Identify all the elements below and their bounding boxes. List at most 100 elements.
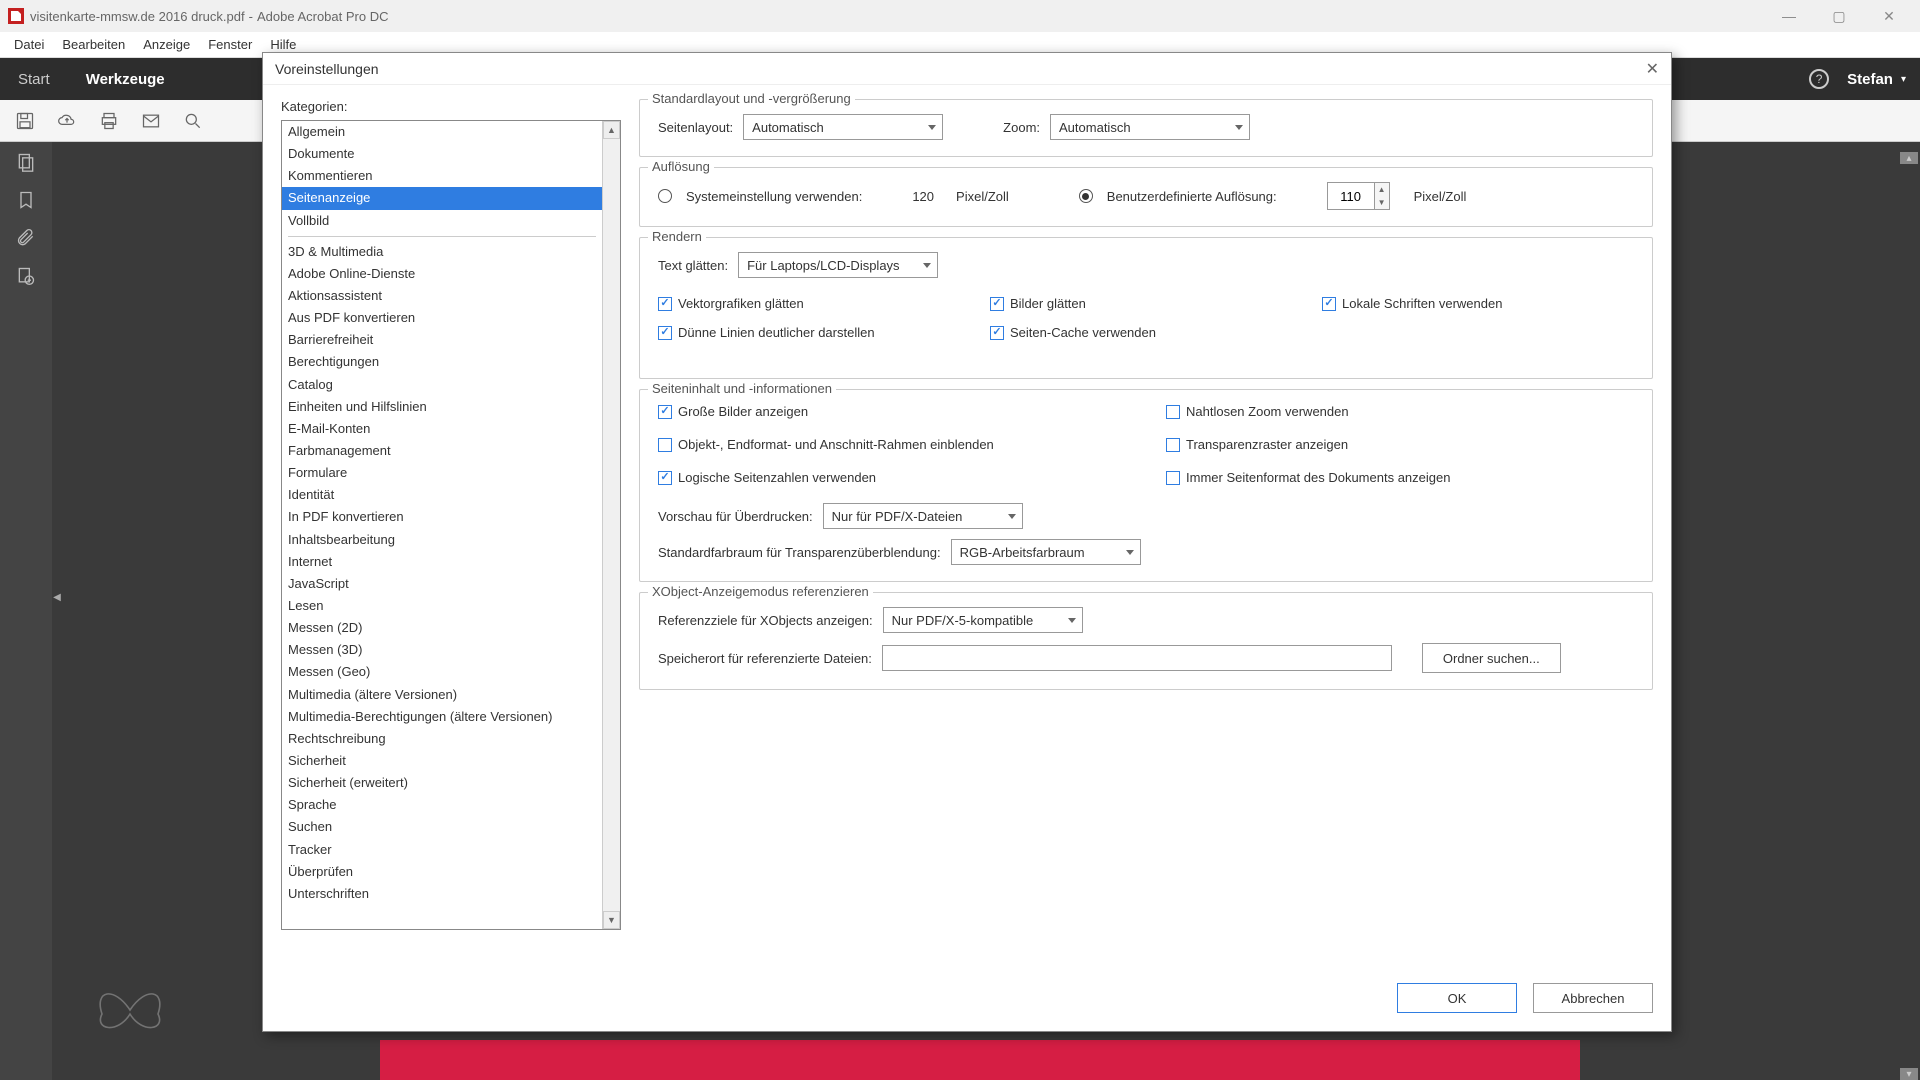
category-item[interactable]: Vollbild: [282, 210, 602, 232]
category-item[interactable]: Inhaltsbearbeitung: [282, 529, 602, 551]
spin-up-icon[interactable]: ▲: [1375, 183, 1389, 196]
category-item[interactable]: Farbmanagement: [282, 440, 602, 462]
search-icon[interactable]: [182, 110, 204, 132]
category-item[interactable]: Aus PDF konvertieren: [282, 307, 602, 329]
cb-largeimg[interactable]: [658, 405, 672, 419]
tab-start[interactable]: Start: [0, 58, 68, 100]
resolution-custom-input[interactable]: [1328, 183, 1374, 209]
resolution-custom-spinner[interactable]: ▲▼: [1327, 182, 1390, 210]
category-item[interactable]: Suchen: [282, 816, 602, 838]
cb-thinlines[interactable]: [658, 326, 672, 340]
mail-icon[interactable]: [140, 110, 162, 132]
category-item[interactable]: Formulare: [282, 462, 602, 484]
pagelayout-select[interactable]: Automatisch: [743, 114, 943, 140]
scroll-up-icon[interactable]: ▴: [1900, 152, 1918, 164]
category-item[interactable]: Multimedia-Berechtigungen (ältere Versio…: [282, 706, 602, 728]
titlebar: visitenkarte-mmsw.de 2016 druck.pdf - Ad…: [0, 0, 1920, 32]
dialog-close-icon[interactable]: ✕: [1646, 59, 1659, 79]
category-item[interactable]: Multimedia (ältere Versionen): [282, 684, 602, 706]
scroll-up-arrow-icon[interactable]: ▲: [603, 121, 620, 139]
menu-anzeige[interactable]: Anzeige: [135, 34, 198, 55]
menu-bearbeiten[interactable]: Bearbeiten: [54, 34, 133, 55]
category-item[interactable]: Catalog: [282, 374, 602, 396]
separator: -: [249, 9, 253, 24]
signatures-icon[interactable]: [14, 264, 38, 288]
category-item[interactable]: Identität: [282, 484, 602, 506]
collapse-arrow-icon[interactable]: ◀: [52, 582, 62, 612]
zoom-label: Zoom:: [1003, 120, 1040, 135]
category-item[interactable]: JavaScript: [282, 573, 602, 595]
category-item[interactable]: Seitenanzeige: [282, 187, 602, 209]
cb-logical[interactable]: [658, 471, 672, 485]
category-item[interactable]: Unterschriften: [282, 883, 602, 905]
window-close[interactable]: ✕: [1866, 2, 1912, 30]
xobj-location-input[interactable]: [882, 645, 1392, 671]
category-item[interactable]: Allgemein: [282, 121, 602, 143]
category-item[interactable]: Tracker: [282, 839, 602, 861]
category-item[interactable]: Messen (2D): [282, 617, 602, 639]
category-item[interactable]: In PDF konvertieren: [282, 506, 602, 528]
category-item[interactable]: Dokumente: [282, 143, 602, 165]
bookmark-icon[interactable]: [14, 188, 38, 212]
category-item[interactable]: Aktionsassistent: [282, 285, 602, 307]
menu-datei[interactable]: Datei: [6, 34, 52, 55]
section-render: Rendern Text glätten: Für Laptops/LCD-Di…: [639, 237, 1653, 379]
help-icon[interactable]: ?: [1809, 69, 1829, 89]
category-item[interactable]: Sprache: [282, 794, 602, 816]
category-item[interactable]: Sicherheit (erweitert): [282, 772, 602, 794]
ok-button[interactable]: OK: [1397, 983, 1517, 1013]
cloud-icon[interactable]: [56, 110, 78, 132]
xobj-targets-select[interactable]: Nur PDF/X-5-kompatible: [883, 607, 1083, 633]
zoom-select[interactable]: Automatisch: [1050, 114, 1250, 140]
categories-label: Kategorien:: [281, 99, 621, 114]
window-minimize[interactable]: —: [1766, 2, 1812, 30]
resolution-custom-radio[interactable]: [1079, 189, 1093, 203]
pages-icon[interactable]: [14, 150, 38, 174]
category-item[interactable]: Messen (3D): [282, 639, 602, 661]
browse-folder-button[interactable]: Ordner suchen...: [1422, 643, 1561, 673]
overprint-label: Vorschau für Überdrucken:: [658, 509, 813, 524]
category-divider: [288, 236, 596, 237]
cb-pagesize[interactable]: [1166, 471, 1180, 485]
cb-fonts[interactable]: [1322, 297, 1336, 311]
category-item[interactable]: Einheiten und Hilfslinien: [282, 396, 602, 418]
section-content-legend: Seiteninhalt und -informationen: [648, 381, 836, 396]
resolution-system-radio[interactable]: [658, 189, 672, 203]
category-item[interactable]: Barrierefreiheit: [282, 329, 602, 351]
cb-vector[interactable]: [658, 297, 672, 311]
scroll-down-arrow-icon[interactable]: ▼: [603, 911, 620, 929]
tab-werkzeuge[interactable]: Werkzeuge: [68, 58, 183, 100]
category-item[interactable]: Rechtschreibung: [282, 728, 602, 750]
overprint-select[interactable]: Nur für PDF/X-Dateien: [823, 503, 1023, 529]
cb-cache[interactable]: [990, 326, 1004, 340]
category-item[interactable]: Internet: [282, 551, 602, 573]
attachment-icon[interactable]: [14, 226, 38, 250]
cb-boxes[interactable]: [658, 438, 672, 452]
user-name[interactable]: Stefan: [1847, 71, 1893, 88]
blend-select[interactable]: RGB-Arbeitsfarbraum: [951, 539, 1141, 565]
category-item[interactable]: E-Mail-Konten: [282, 418, 602, 440]
cb-transparency[interactable]: [1166, 438, 1180, 452]
print-icon[interactable]: [98, 110, 120, 132]
category-item[interactable]: Kommentieren: [282, 165, 602, 187]
menu-fenster[interactable]: Fenster: [200, 34, 260, 55]
window-maximize[interactable]: ▢: [1816, 2, 1862, 30]
categories-scrollbar[interactable]: ▲ ▼: [602, 121, 620, 929]
resolution-system-label: Systemeinstellung verwenden:: [686, 189, 862, 204]
user-menu-chevron-icon[interactable]: ▾: [1901, 74, 1906, 85]
category-item[interactable]: Lesen: [282, 595, 602, 617]
scroll-down-icon[interactable]: ▾: [1900, 1068, 1918, 1080]
cancel-button[interactable]: Abbrechen: [1533, 983, 1653, 1013]
save-icon[interactable]: [14, 110, 36, 132]
cb-seamless[interactable]: [1166, 405, 1180, 419]
window-controls: — ▢ ✕: [1766, 2, 1912, 30]
category-item[interactable]: Überprüfen: [282, 861, 602, 883]
category-item[interactable]: Adobe Online-Dienste: [282, 263, 602, 285]
category-item[interactable]: 3D & Multimedia: [282, 241, 602, 263]
cb-images[interactable]: [990, 297, 1004, 311]
category-item[interactable]: Berechtigungen: [282, 351, 602, 373]
category-item[interactable]: Messen (Geo): [282, 661, 602, 683]
category-item[interactable]: Sicherheit: [282, 750, 602, 772]
spin-down-icon[interactable]: ▼: [1375, 196, 1389, 209]
textsmooth-select[interactable]: Für Laptops/LCD-Displays: [738, 252, 938, 278]
